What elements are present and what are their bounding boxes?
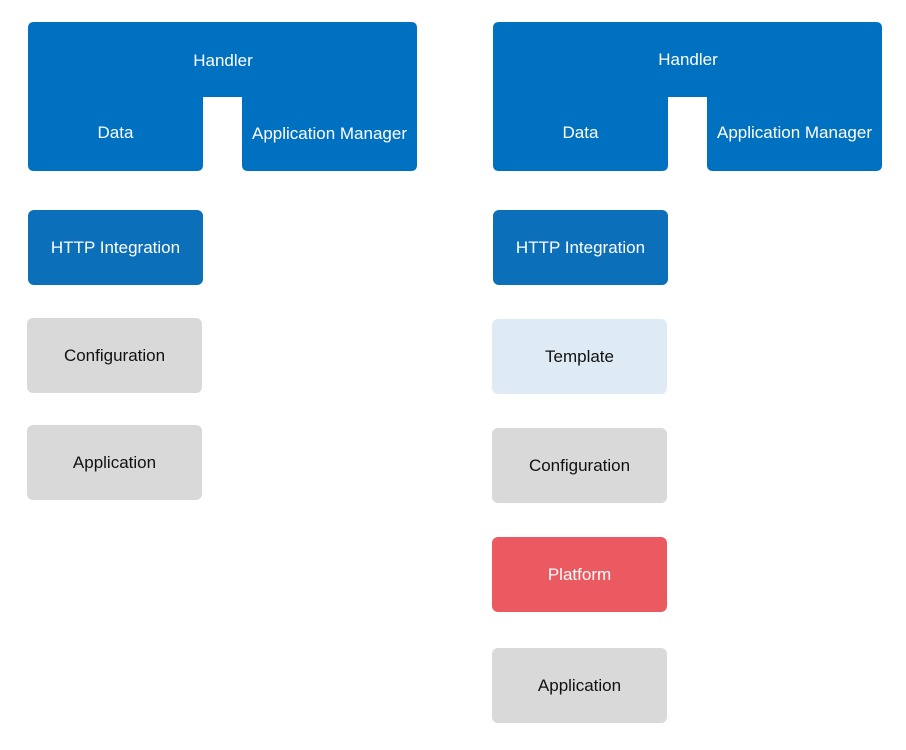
layer-platform[interactable]: Platform [492,537,667,612]
layer-http-integration[interactable]: HTTP Integration [493,210,668,285]
layer-template[interactable]: Template [492,319,667,394]
handler-app-manager-label: Application Manager [717,123,872,142]
handler-data-label: Data [562,123,599,142]
layer-configuration[interactable]: Configuration [492,428,667,503]
layer-label: Configuration [528,455,631,475]
right-stack: Handler Data Application Manager HTTP In… [0,0,906,750]
layer-label: Platform [547,564,612,584]
layer-label: Template [545,346,614,366]
layer-application[interactable]: Application [492,648,667,723]
handler-shape [493,22,882,171]
layer-label: Application [537,675,622,695]
handler-title: Handler [658,50,718,69]
layer-label: HTTP Integration [515,237,646,257]
handler-block[interactable]: Handler Data Application Manager [493,22,883,172]
